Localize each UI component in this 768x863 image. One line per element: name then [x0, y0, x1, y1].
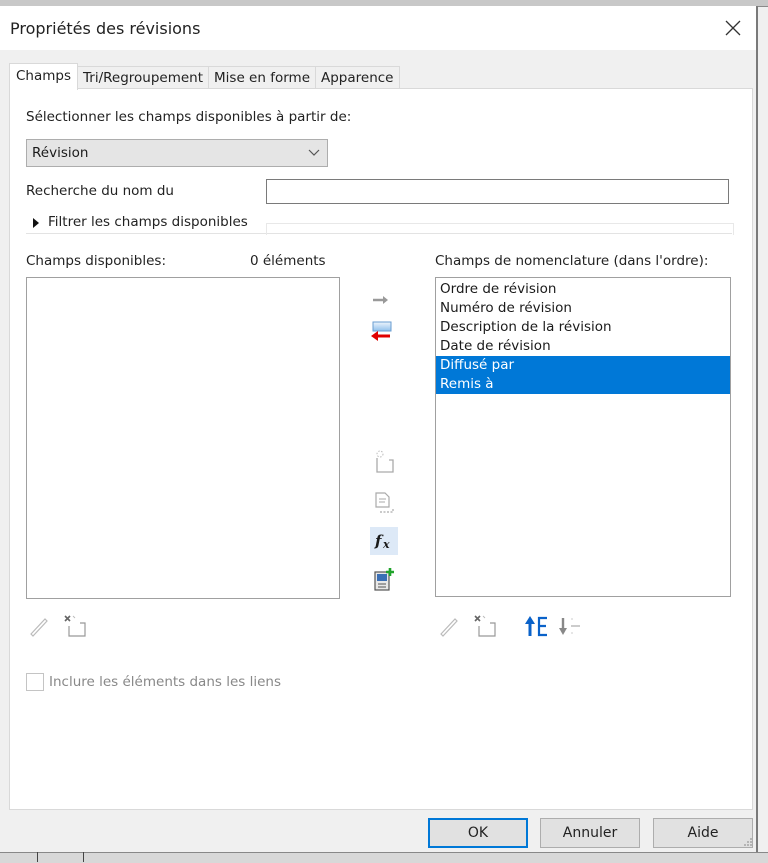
delete-schedule-parameter-button[interactable]	[472, 613, 498, 639]
delete-available-parameter-button[interactable]	[62, 613, 88, 639]
schedule-field-item[interactable]: Diffusé par	[436, 356, 730, 375]
title-bar: Propriétés des révisions	[0, 6, 756, 50]
schedule-field-item[interactable]: Remis à	[436, 375, 730, 394]
new-parameter-icon	[376, 450, 394, 473]
filter-group-border	[266, 223, 734, 235]
include-links-checkbox-row[interactable]: Inclure les éléments dans les liens	[26, 673, 281, 691]
schedule-field-item[interactable]: Date de révision	[436, 337, 730, 356]
tab-mise-en-forme[interactable]: Mise en forme	[208, 66, 316, 89]
background-divider	[83, 852, 84, 862]
move-down-icon	[559, 618, 580, 635]
source-label: Sélectionner les champs disponibles à pa…	[26, 109, 352, 125]
calculated-value-icon: fx	[374, 532, 390, 551]
background-window-bottom	[0, 852, 768, 863]
include-links-checkbox[interactable]	[26, 673, 44, 691]
source-select[interactable]: Révision	[26, 139, 328, 167]
edit-available-parameter-button[interactable]	[26, 613, 52, 639]
delete-parameter-icon	[64, 615, 86, 637]
schedule-fields-label: Champs de nomenclature (dans l'ordre):	[435, 253, 709, 269]
add-shared-parameter-button[interactable]	[370, 567, 396, 593]
cancel-button[interactable]: Annuler	[540, 818, 640, 848]
revision-properties-dialog: Propriétés des révisions Champs Tri/Regr…	[0, 6, 758, 854]
filter-label: Filtrer les champs disponibles	[48, 214, 248, 230]
combine-parameters-button[interactable]	[370, 490, 396, 516]
edit-parameter-icon	[440, 618, 458, 637]
add-field-button[interactable]	[368, 287, 394, 313]
help-button[interactable]: Aide	[653, 818, 753, 848]
delete-parameter-icon	[474, 615, 496, 637]
ok-button[interactable]: OK	[428, 818, 528, 848]
filter-expander[interactable]: Filtrer les champs disponibles	[26, 213, 734, 235]
schedule-field-item[interactable]: Ordre de révision	[436, 280, 730, 299]
combine-parameters-icon	[375, 492, 394, 513]
close-icon	[725, 20, 741, 36]
background-divider	[37, 852, 38, 862]
edit-parameter-icon	[30, 618, 48, 637]
fields-tab-panel: Sélectionner les champs disponibles à pa…	[9, 88, 753, 810]
remove-field-icon	[371, 321, 392, 341]
tab-strip: Champs Tri/Regroupement Mise en forme Ap…	[9, 63, 400, 90]
move-up-button[interactable]	[525, 613, 551, 639]
add-shared-parameter-icon	[374, 568, 394, 591]
dialog-title: Propriétés des révisions	[10, 19, 201, 38]
search-label: Recherche du nom du	[26, 183, 174, 199]
tab-tri-regroupement[interactable]: Tri/Regroupement	[77, 66, 210, 89]
add-field-icon	[373, 296, 388, 304]
calculated-value-button[interactable]: fx	[370, 527, 398, 555]
schedule-fields-list[interactable]: Ordre de révision Numéro de révision Descr…	[435, 277, 731, 597]
close-button[interactable]	[716, 12, 750, 44]
resize-grip-icon[interactable]	[741, 837, 753, 849]
available-fields-list[interactable]	[26, 277, 340, 599]
available-fields-label: Champs disponibles:	[26, 253, 166, 269]
remove-field-button[interactable]	[368, 319, 394, 345]
chevron-down-icon	[308, 149, 320, 156]
svg-text:x: x	[382, 538, 390, 551]
schedule-field-item[interactable]: Numéro de révision	[436, 299, 730, 318]
edit-schedule-parameter-button[interactable]	[436, 613, 462, 639]
available-fields-count: 0 éléments	[250, 253, 326, 269]
source-select-value: Révision	[32, 145, 89, 161]
schedule-field-item[interactable]: Description de la révision	[436, 318, 730, 337]
move-down-button[interactable]	[558, 613, 584, 639]
triangle-right-icon	[33, 218, 39, 228]
move-up-icon	[525, 616, 547, 637]
new-parameter-button[interactable]	[370, 448, 396, 474]
tab-apparence[interactable]: Apparence	[315, 66, 400, 89]
search-input[interactable]	[266, 179, 729, 204]
include-links-label: Inclure les éléments dans les liens	[49, 674, 281, 690]
tab-champs[interactable]: Champs	[9, 63, 79, 90]
